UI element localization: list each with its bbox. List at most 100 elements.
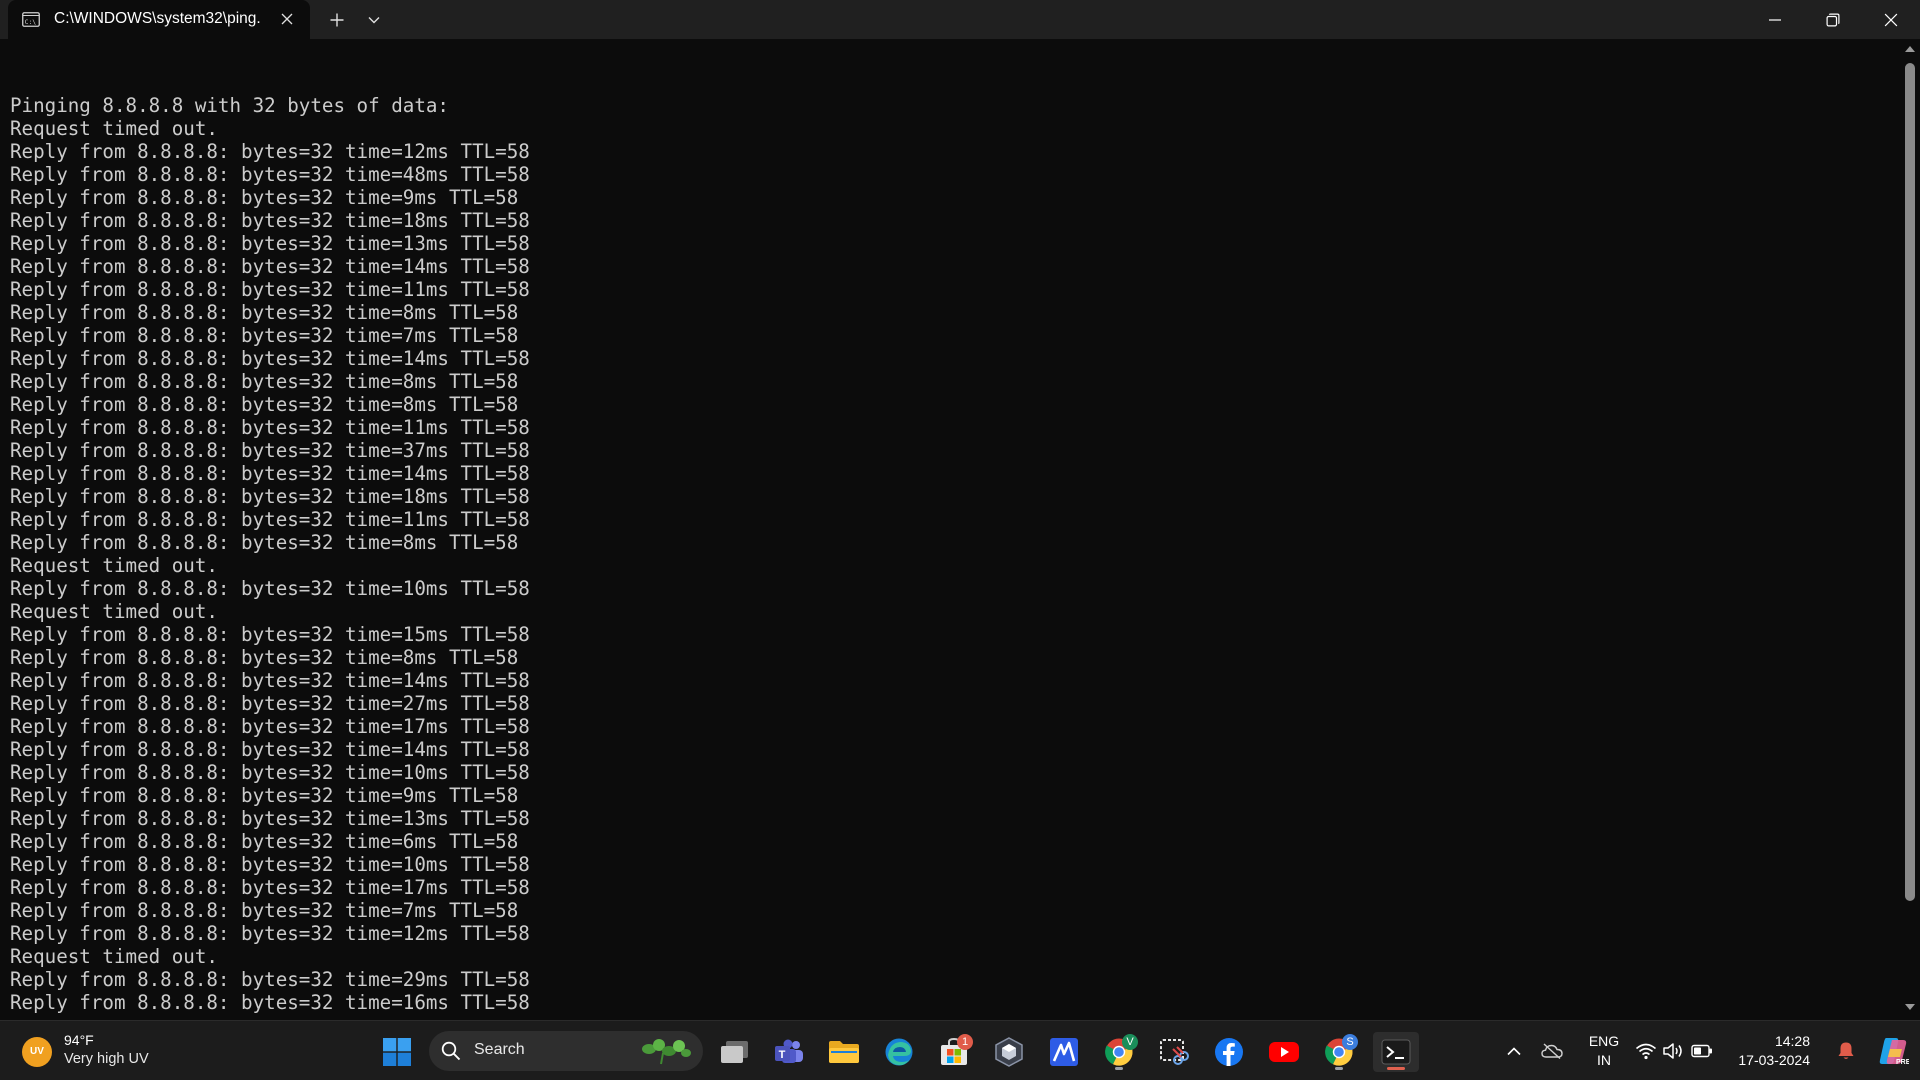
terminal-icon (1381, 1039, 1411, 1065)
clock[interactable]: 14:28 17-03-2024 (1718, 1032, 1810, 1070)
console-line: Reply from 8.8.8.8: bytes=32 time=17ms T… (10, 876, 530, 899)
snipping-tool-button[interactable] (1154, 1032, 1194, 1072)
profile-badge: S (1342, 1034, 1358, 1050)
scroll-up-arrow-icon[interactable] (1904, 45, 1916, 53)
active-app-indicator (1387, 1067, 1405, 1070)
console-line: Reply from 8.8.8.8: bytes=32 time=13ms T… (10, 807, 530, 830)
restore-button[interactable] (1804, 0, 1862, 39)
scroll-thumb[interactable] (1905, 63, 1915, 901)
console-line: Reply from 8.8.8.8: bytes=32 time=16ms T… (10, 991, 530, 1014)
wifi-icon (1635, 1043, 1657, 1060)
svg-text:T: T (779, 1049, 786, 1061)
bell-icon (1838, 1042, 1854, 1059)
youtube-icon (1269, 1042, 1299, 1062)
close-icon (1884, 13, 1898, 26)
start-button[interactable] (377, 1032, 417, 1072)
windows-logo-icon (383, 1038, 411, 1066)
notification-badge: 1 (957, 1034, 973, 1050)
task-view-button[interactable] (715, 1032, 755, 1072)
tab-dropdown-button[interactable] (361, 7, 387, 33)
language-code: ENG (1588, 1033, 1620, 1049)
edge-button[interactable] (879, 1032, 919, 1072)
console-line: Reply from 8.8.8.8: bytes=32 time=11ms T… (10, 508, 530, 531)
plus-icon (330, 13, 344, 27)
uv-sun-icon: UV (22, 1037, 52, 1067)
copilot-icon: PRE (1879, 1038, 1909, 1066)
profile-badge: V (1122, 1034, 1138, 1050)
console-line: Reply from 8.8.8.8: bytes=32 time=8ms TT… (10, 646, 519, 669)
console-line: Reply from 8.8.8.8: bytes=32 time=17ms T… (10, 715, 530, 738)
console-line: Reply from 8.8.8.8: bytes=32 time=14ms T… (10, 255, 530, 278)
console-line: Reply from 8.8.8.8: bytes=32 time=9ms TT… (10, 784, 519, 807)
file-explorer-button[interactable] (824, 1032, 864, 1072)
blue-m-app-button[interactable] (1044, 1032, 1084, 1072)
vertical-scrollbar[interactable] (1900, 39, 1920, 1020)
weather-temperature: 94°F (64, 1032, 94, 1048)
edge-icon (885, 1038, 913, 1066)
tab-ping[interactable]: C:\ C:\WINDOWS\system32\ping. (8, 0, 310, 39)
console-line: Reply from 8.8.8.8: bytes=32 time=11ms T… (10, 416, 530, 439)
console-line: Reply from 8.8.8.8: bytes=32 time=14ms T… (10, 347, 530, 370)
hexagon-app-button[interactable] (989, 1032, 1029, 1072)
console-line: Request timed out. (10, 600, 218, 623)
facebook-icon (1215, 1038, 1243, 1066)
minimize-icon (1769, 18, 1781, 21)
console-output[interactable]: Pinging 8.8.8.8 with 32 bytes of data: Re… (0, 39, 1900, 1020)
console-line: Reply from 8.8.8.8: bytes=32 time=48ms T… (10, 163, 530, 186)
console-line: Pinging 8.8.8.8 with 32 bytes of data: (10, 94, 449, 117)
console-line: Reply from 8.8.8.8: bytes=32 time=10ms T… (10, 761, 530, 784)
notifications-button[interactable] (1834, 1039, 1858, 1063)
terminal-button[interactable] (1373, 1032, 1419, 1072)
minimize-button[interactable] (1746, 0, 1804, 39)
console-line: Reply from 8.8.8.8: bytes=32 time=8ms TT… (10, 301, 519, 324)
youtube-button[interactable] (1264, 1032, 1304, 1072)
m-app-icon (1050, 1038, 1078, 1066)
close-icon (281, 13, 293, 25)
teams-button[interactable]: T (769, 1032, 809, 1072)
scroll-down-arrow-icon[interactable] (1904, 1003, 1916, 1011)
facebook-button[interactable] (1209, 1032, 1249, 1072)
title-bar: C:\ C:\WINDOWS\system32\ping. (0, 0, 1920, 39)
console-line: Reply from 8.8.8.8: bytes=32 time=10ms T… (10, 853, 530, 876)
volume-button[interactable] (1662, 1039, 1686, 1063)
teams-icon: T (775, 1039, 803, 1063)
chevron-down-icon (368, 17, 380, 24)
new-tab-button[interactable] (324, 7, 350, 33)
tab-close-button[interactable] (276, 8, 298, 30)
speaker-icon (1663, 1043, 1682, 1059)
chrome-profile-v-button[interactable]: V (1099, 1032, 1139, 1072)
onedrive-button[interactable] (1540, 1039, 1564, 1063)
console-line: Reply from 8.8.8.8: bytes=32 time=27ms T… (10, 692, 530, 715)
restore-icon (1826, 13, 1840, 26)
console-line: Reply from 8.8.8.8: bytes=32 time=7ms TT… (10, 324, 519, 347)
taskbar-search[interactable]: Search (429, 1031, 703, 1071)
hexagon-icon (995, 1037, 1023, 1067)
console-line: Reply from 8.8.8.8: bytes=32 time=11ms T… (10, 278, 530, 301)
console-line: Reply from 8.8.8.8: bytes=32 time=29ms T… (10, 968, 530, 991)
terminal-icon: C:\ (22, 12, 40, 27)
weather-widget[interactable]: UV 94°F Very high UV (22, 1031, 172, 1071)
clover-icon (642, 1039, 691, 1065)
console-line: Reply from 8.8.8.8: bytes=32 time=15ms T… (10, 623, 530, 646)
copilot-button[interactable]: PRE (1876, 1034, 1910, 1068)
show-hidden-icons-button[interactable] (1502, 1039, 1526, 1063)
network-button[interactable] (1634, 1039, 1658, 1063)
folder-icon (829, 1041, 859, 1063)
search-label: Search (474, 1041, 525, 1058)
console-line: Reply from 8.8.8.8: bytes=32 time=13ms T… (10, 232, 530, 255)
snipping-tool-icon (1160, 1039, 1189, 1065)
input-language-indicator[interactable]: ENG IN (1584, 1032, 1624, 1070)
console-line: Reply from 8.8.8.8: bytes=32 time=8ms TT… (10, 393, 519, 416)
running-indicator (1335, 1067, 1343, 1070)
close-window-button[interactable] (1862, 0, 1920, 39)
taskbar: UV 94°F Very high UV Search T 1 V S ENG … (0, 1020, 1920, 1080)
clock-date: 17-03-2024 (1738, 1052, 1810, 1068)
console-line: Reply from 8.8.8.8: bytes=32 time=8ms TT… (10, 531, 519, 554)
chrome-profile-s-button[interactable]: S (1319, 1032, 1359, 1072)
search-icon (441, 1041, 461, 1061)
console-line: Reply from 8.8.8.8: bytes=32 time=14ms T… (10, 669, 530, 692)
svg-text:PRE: PRE (1896, 1059, 1909, 1066)
battery-button[interactable] (1690, 1039, 1714, 1063)
running-indicator (1115, 1067, 1123, 1070)
microsoft-store-button[interactable]: 1 (934, 1032, 974, 1072)
